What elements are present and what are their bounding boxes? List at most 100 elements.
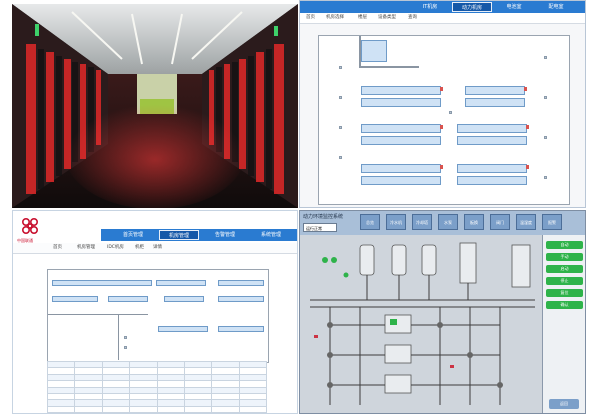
floor-plan bbox=[318, 35, 570, 205]
rack-row[interactable] bbox=[52, 296, 98, 302]
rack-row[interactable] bbox=[218, 280, 264, 286]
rack-block[interactable] bbox=[361, 40, 387, 62]
toolbar-search[interactable]: 查询 bbox=[408, 14, 417, 22]
rack-row[interactable] bbox=[361, 164, 441, 173]
breadcrumb-item[interactable]: IDC机房 bbox=[107, 244, 124, 252]
confirm-button[interactable]: 确认 bbox=[546, 301, 583, 309]
exit-button[interactable]: 返回 bbox=[549, 399, 579, 409]
stop-button[interactable]: 停止 bbox=[546, 277, 583, 285]
rack-row[interactable] bbox=[164, 296, 204, 302]
status-field[interactable]: 运行正常 bbox=[303, 223, 337, 232]
nav-alarm-mgmt[interactable]: 告警管理 bbox=[205, 230, 245, 240]
table-row[interactable] bbox=[46, 412, 268, 413]
scada-btn-valve[interactable]: 阀门 bbox=[490, 214, 510, 230]
scada-btn-pump[interactable]: 水泵 bbox=[438, 214, 458, 230]
tab-it-room[interactable]: IT机房 bbox=[410, 2, 450, 12]
china-unicom-logo-icon bbox=[21, 217, 39, 235]
table-cell bbox=[74, 412, 103, 413]
tank[interactable] bbox=[459, 242, 477, 284]
breadcrumb: 首页 机房管理 IDC机房 机柜 详情 bbox=[13, 243, 297, 254]
cabinet[interactable] bbox=[511, 244, 531, 288]
nav-system-mgmt[interactable]: 系统管理 bbox=[251, 230, 291, 240]
status-led bbox=[343, 272, 349, 278]
control-panel: 自动 手动 启动 停止 复位 确认 返回 bbox=[542, 235, 585, 413]
rack-row[interactable] bbox=[457, 136, 527, 145]
rack-row[interactable] bbox=[361, 176, 441, 185]
nav-room-mgmt[interactable]: 机房管理 bbox=[159, 230, 199, 240]
tank[interactable] bbox=[421, 244, 437, 276]
breadcrumb-item[interactable]: 机房管理 bbox=[77, 244, 95, 252]
device-table bbox=[46, 360, 268, 413]
rack-row[interactable] bbox=[465, 86, 525, 95]
table-cell bbox=[211, 412, 240, 413]
table-cell bbox=[46, 412, 76, 413]
table-cell bbox=[129, 412, 158, 413]
chiller-unit[interactable] bbox=[384, 314, 412, 334]
rack-row[interactable] bbox=[156, 280, 206, 286]
datacenter-photo bbox=[12, 4, 298, 208]
rack-row[interactable] bbox=[457, 176, 527, 185]
alarm-indicator bbox=[440, 125, 443, 129]
reset-button[interactable]: 复位 bbox=[546, 289, 583, 297]
status-led bbox=[322, 257, 328, 263]
scada-window: 动力环境监控系统 运行正常 总览 冷水机 冷却塔 水泵 板换 阀门 温湿度 报警 bbox=[299, 210, 586, 414]
breadcrumb-item[interactable]: 机柜 bbox=[135, 244, 144, 252]
rack-row[interactable] bbox=[218, 296, 264, 302]
scada-btn-exchanger[interactable]: 板换 bbox=[464, 214, 484, 230]
mode-manual-button[interactable]: 手动 bbox=[546, 253, 583, 261]
alarm-indicator bbox=[526, 165, 529, 169]
room-layout bbox=[47, 269, 269, 363]
nav-home[interactable]: 首页管理 bbox=[113, 230, 153, 240]
scada-btn-alarm[interactable]: 报警 bbox=[542, 214, 562, 230]
rack-row[interactable] bbox=[218, 326, 264, 332]
scada-btn-overview[interactable]: 总览 bbox=[360, 214, 380, 230]
top-nav-bar: IT机房 动力机房 电池室 配电室 bbox=[300, 1, 585, 13]
unicom-window: 中国联通 首页管理 机房管理 告警管理 系统管理 首页 机房管理 IDC机房 机… bbox=[12, 210, 298, 414]
toolbar-floor[interactable]: 楼层 bbox=[358, 14, 367, 22]
status-led bbox=[390, 319, 397, 325]
scada-btn-humidity[interactable]: 温湿度 bbox=[516, 214, 536, 230]
rack-row[interactable] bbox=[158, 326, 208, 332]
tab-battery-room[interactable]: 电池室 bbox=[494, 2, 534, 12]
process-diagram bbox=[300, 235, 542, 413]
table-cell bbox=[238, 412, 268, 413]
chiller-unit[interactable] bbox=[384, 374, 412, 394]
tank[interactable] bbox=[359, 244, 375, 276]
table-cell bbox=[183, 412, 213, 413]
rack-row[interactable] bbox=[361, 136, 441, 145]
tab-distribution-room[interactable]: 配电室 bbox=[536, 2, 576, 12]
breadcrumb-item[interactable]: 首页 bbox=[53, 244, 62, 252]
rack-row[interactable] bbox=[465, 98, 525, 107]
main-nav: 首页管理 机房管理 告警管理 系统管理 bbox=[101, 229, 297, 241]
filter-toolbar: 首页 机房选择 楼层 设备类型 查询 bbox=[300, 13, 585, 24]
scada-header: 动力环境监控系统 运行正常 总览 冷水机 冷却塔 水泵 板换 阀门 温湿度 报警 bbox=[300, 211, 585, 235]
breadcrumb-item[interactable]: 详情 bbox=[153, 244, 162, 252]
tab-power-room[interactable]: 动力机房 bbox=[452, 2, 492, 12]
rack-row[interactable] bbox=[361, 98, 441, 107]
rack-row[interactable] bbox=[361, 124, 441, 133]
rack-row[interactable] bbox=[361, 86, 441, 95]
rack-row[interactable] bbox=[108, 296, 148, 302]
alarm-indicator bbox=[440, 165, 443, 169]
chiller-unit[interactable] bbox=[384, 344, 412, 364]
floorplan-window: IT机房 动力机房 电池室 配电室 首页 机房选择 楼层 设备类型 查询 bbox=[299, 0, 586, 208]
alarm-indicator bbox=[526, 125, 529, 129]
table-cell bbox=[101, 412, 131, 413]
toolbar-room-select[interactable]: 机房选择 bbox=[326, 14, 344, 22]
start-button[interactable]: 启动 bbox=[546, 265, 583, 273]
app-header: 中国联通 首页管理 机房管理 告警管理 系统管理 bbox=[13, 211, 297, 243]
mode-auto-button[interactable]: 自动 bbox=[546, 241, 583, 249]
alarm-indicator bbox=[440, 87, 443, 91]
toolbar-home[interactable]: 首页 bbox=[306, 14, 315, 22]
rack-row[interactable] bbox=[52, 280, 152, 286]
table-cell bbox=[156, 412, 185, 413]
scada-btn-tower[interactable]: 冷却塔 bbox=[412, 214, 432, 230]
toolbar-device-type[interactable]: 设备类型 bbox=[378, 14, 396, 22]
scada-title: 动力环境监控系统 bbox=[303, 214, 344, 220]
rack-row[interactable] bbox=[457, 164, 527, 173]
alarm-indicator bbox=[524, 87, 527, 91]
tank[interactable] bbox=[391, 244, 407, 276]
scada-btn-chiller[interactable]: 冷水机 bbox=[386, 214, 406, 230]
rack-row[interactable] bbox=[457, 124, 527, 133]
status-led bbox=[331, 257, 337, 263]
